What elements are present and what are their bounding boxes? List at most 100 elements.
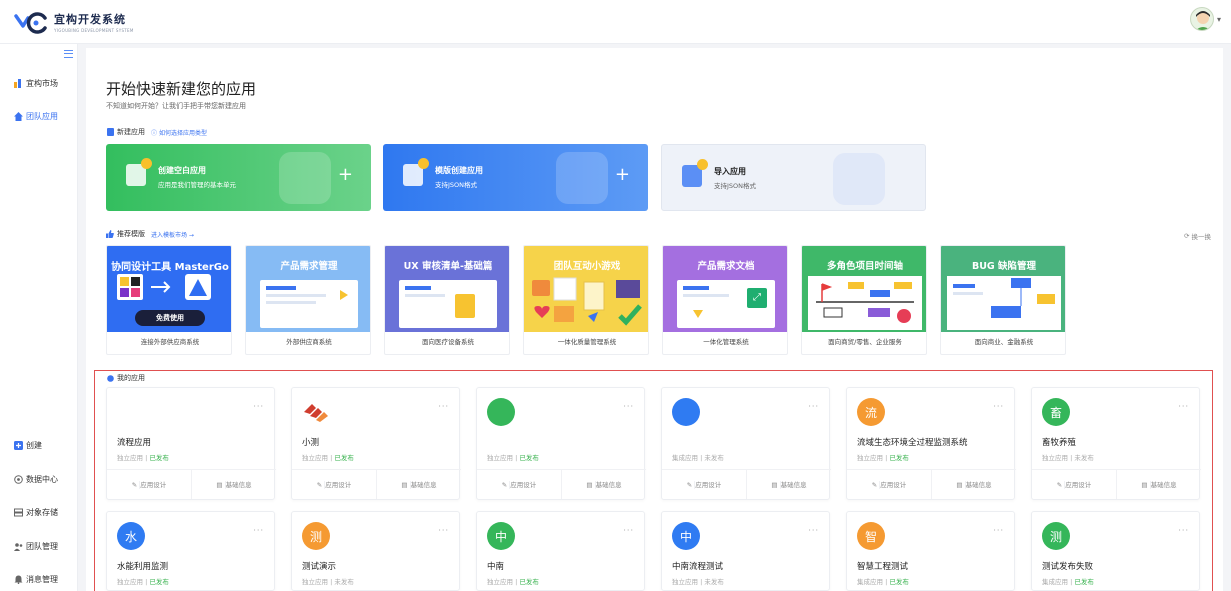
app-info-button[interactable]: ▤ 基础信息 xyxy=(192,470,276,499)
app-info-button[interactable]: ▤ 基础信息 xyxy=(747,470,831,499)
more-options-icon[interactable]: ··· xyxy=(993,402,1004,411)
more-options-icon[interactable]: ··· xyxy=(808,402,819,411)
edit-icon: ✎ xyxy=(1056,481,1066,489)
app-design-button[interactable]: ✎ 应用设计 xyxy=(662,470,747,499)
app-card[interactable]: 水 ··· 水能利用监测 独立应用 | 已发布 xyxy=(106,511,275,591)
page-title: 开始快速新建您的应用 xyxy=(106,80,257,98)
sidebar: 宜构市场 团队应用 创建 数据中心 对象存储 团队管理 消息管理 xyxy=(0,44,78,591)
more-options-icon[interactable]: ··· xyxy=(438,526,449,535)
info-card-icon: ▤ xyxy=(401,481,411,489)
data-center-icon xyxy=(13,475,23,485)
template-name: BUG 缺陷管理 xyxy=(971,261,1037,272)
app-card[interactable]: 流 ··· 流域生态环境全过程监测系统 独立应用 | 已发布 ✎ 应用设计 ▤ 基础信息 xyxy=(846,387,1016,500)
template-card[interactable]: 产品需求文档 ⤢ 一体化管理系统 xyxy=(662,245,788,355)
brand-subtitle: YIGOUBING DEVELOPMENT SYSTEM xyxy=(54,27,134,33)
more-options-icon[interactable]: ··· xyxy=(993,526,1004,535)
app-card[interactable]: 中 ··· 中南 独立应用 | 已发布 xyxy=(476,511,645,591)
sidebar-item-storage[interactable]: 对象存储 xyxy=(13,507,58,518)
app-design-button[interactable]: ✎ 应用设计 xyxy=(477,470,562,499)
template-card[interactable]: 团队互动小游戏 一体化质量管理系统 xyxy=(523,245,649,355)
sidebar-item-team-apps[interactable]: 团队应用 xyxy=(13,111,58,122)
user-menu[interactable]: ▾ xyxy=(1189,7,1221,31)
template-card[interactable]: 产品需求管理 外部供应商系统 xyxy=(245,245,371,355)
more-options-icon[interactable]: ··· xyxy=(253,526,264,535)
sidebar-item-data-center[interactable]: 数据中心 xyxy=(13,474,58,485)
app-card[interactable]: 测 ··· 测试发布失败 集成应用 | 已发布 xyxy=(1031,511,1200,591)
app-info-button[interactable]: ▤ 基础信息 xyxy=(377,470,461,499)
app-info-button[interactable]: ▤ 基础信息 xyxy=(932,470,1016,499)
template-name: 产品需求文档 xyxy=(697,261,755,272)
app-avatar-icon: 中 xyxy=(487,522,515,550)
import-app-card[interactable]: 导入应用 支持JSON格式 xyxy=(661,144,926,211)
app-card[interactable]: 测 ··· 测试演示 独立应用 | 未发布 xyxy=(291,511,460,591)
status-badge: 已发布 xyxy=(889,578,909,586)
app-card[interactable]: ··· 小测 独立应用 | 已发布 ✎ 应用设计 ▤ 基础信息 xyxy=(291,387,461,500)
blank-app-icon xyxy=(126,158,152,186)
home-icon xyxy=(13,112,23,122)
create-from-template-card[interactable]: 模版创建应用 支持JSON格式 + xyxy=(383,144,648,211)
avatar[interactable] xyxy=(1189,7,1214,31)
app-card[interactable]: ··· 流程应用 独立应用 | 已发布 ✎ 应用设计 ▤ 基础信息 xyxy=(106,387,276,500)
sidebar-item-messages[interactable]: 消息管理 xyxy=(13,574,58,585)
template-card[interactable]: BUG 缺陷管理 面向商业、金融系统 xyxy=(940,245,1066,355)
app-info-button[interactable]: ▤ 基础信息 xyxy=(562,470,646,499)
avatar-image-icon xyxy=(1195,11,1210,30)
free-use-button[interactable]: 免费使用 xyxy=(135,310,205,326)
sidebar-item-create[interactable]: 创建 xyxy=(13,440,42,451)
card-title: 导入应用 xyxy=(714,167,746,176)
app-design-button[interactable]: ✎ 应用设计 xyxy=(847,470,932,499)
more-options-icon[interactable]: ··· xyxy=(808,526,819,535)
template-app-icon xyxy=(403,158,429,186)
status-badge: 已发布 xyxy=(889,454,909,462)
template-card[interactable]: 协同设计工具 MasterGo 免费使用 连接外部供应商系统 xyxy=(106,245,232,355)
more-options-icon[interactable]: ··· xyxy=(438,402,449,411)
app-name: 中南流程测试 xyxy=(672,562,724,572)
more-options-icon[interactable]: ··· xyxy=(253,402,264,411)
sidebar-item-team[interactable]: 团队管理 xyxy=(13,541,58,552)
menu-toggle-icon[interactable] xyxy=(64,50,73,58)
app-actions: ✎ 应用设计 ▤ 基础信息 xyxy=(1032,469,1201,499)
app-design-button[interactable]: ✎ 应用设计 xyxy=(107,470,192,499)
brand-logo[interactable]: 宜构开发系统 YIGOUBING DEVELOPMENT SYSTEM xyxy=(14,10,134,34)
info-card-icon: ▤ xyxy=(771,481,781,489)
more-options-icon[interactable]: ··· xyxy=(623,526,634,535)
app-avatar-icon xyxy=(672,398,700,426)
app-name: 小测 xyxy=(302,438,320,448)
template-card[interactable]: UX 审核清单-基础篇 面向医疗设备系统 xyxy=(384,245,510,355)
status-badge: 未发布 xyxy=(1074,454,1094,462)
app-card[interactable]: 智 ··· 智慧工程测试 集成应用 | 已发布 xyxy=(846,511,1015,591)
template-desc: 面向商贸/零售、企业服务 xyxy=(828,338,902,346)
more-options-icon[interactable]: ··· xyxy=(1178,402,1189,411)
template-desc: 面向商业、金融系统 xyxy=(974,338,1034,346)
app-card[interactable]: 中 ··· 中南流程测试 独立应用 | 未发布 xyxy=(661,511,830,591)
template-name: 产品需求管理 xyxy=(280,261,338,272)
app-actions: ✎ 应用设计 ▤ 基础信息 xyxy=(847,469,1016,499)
status-badge: 已发布 xyxy=(334,454,354,462)
top-bar: 宜构开发系统 YIGOUBING DEVELOPMENT SYSTEM ▾ xyxy=(0,0,1231,44)
status-badge: 已发布 xyxy=(1074,578,1094,586)
sidebar-item-label: 团队管理 xyxy=(26,542,58,551)
app-name: 畜牧养殖 xyxy=(1042,438,1077,448)
template-card[interactable]: 多角色项目时间轴 面向商贸/零售、企业服务 xyxy=(801,245,927,355)
template-cover: UX 审核清单-基础篇 xyxy=(385,246,509,332)
more-options-icon[interactable]: ··· xyxy=(1178,526,1189,535)
more-options-icon[interactable]: ··· xyxy=(623,402,634,411)
template-desc: 连接外部供应商系统 xyxy=(140,338,200,346)
help-link[interactable]: ⓘ 如何选择应用类型 xyxy=(151,128,207,137)
sidebar-item-market[interactable]: 宜构市场 xyxy=(13,78,58,89)
refresh-templates-button[interactable]: ⟳ 换一换 xyxy=(1184,231,1211,241)
create-blank-app-card[interactable]: 创建空白应用 应用是我们管理的基本单元 + xyxy=(106,144,371,211)
template-market-link[interactable]: 进入模板市场 → xyxy=(151,230,194,239)
app-card[interactable]: 畜 ··· 畜牧养殖 独立应用 | 未发布 ✎ 应用设计 ▤ 基础信息 xyxy=(1031,387,1201,500)
app-design-button[interactable]: ✎ 应用设计 xyxy=(292,470,377,499)
status-badge: 未发布 xyxy=(704,578,724,586)
app-card[interactable]: ··· 集成应用 | 未发布 ✎ 应用设计 ▤ 基础信息 xyxy=(661,387,831,500)
app-design-button[interactable]: ✎ 应用设计 xyxy=(1032,470,1117,499)
message-icon xyxy=(13,575,23,585)
app-avatar-icon: 智 xyxy=(857,522,885,550)
app-card[interactable]: ··· 独立应用 | 已发布 ✎ 应用设计 ▤ 基础信息 xyxy=(476,387,646,500)
decor-shape-icon xyxy=(556,152,608,204)
template-preview-icon xyxy=(260,280,358,328)
status-badge: 未发布 xyxy=(334,578,354,586)
app-info-button[interactable]: ▤ 基础信息 xyxy=(1117,470,1201,499)
